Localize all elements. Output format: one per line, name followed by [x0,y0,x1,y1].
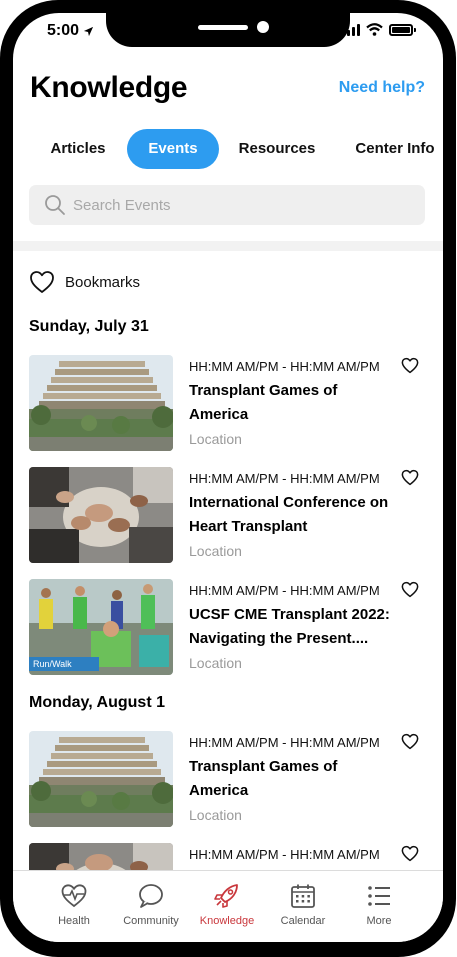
bookmarks-label: Bookmarks [65,273,141,291]
event-time: HH:MM AM/PM - HH:MM AM/PM [189,471,380,486]
bookmarks-button[interactable]: Bookmarks [29,270,140,294]
phone-frame: 5:00 Knowledge Need help? Articles Event… [0,0,456,957]
event-location: Location [189,655,242,671]
bookmark-heart-icon[interactable] [401,733,419,750]
bottom-nav: Health Community Knowledge Calendar More [13,870,443,942]
calendar-icon [291,884,315,908]
event-title: Transplant Games of America [189,382,338,423]
battery-icon [389,23,416,36]
bookmark-heart-icon[interactable] [401,357,419,374]
event-thumbnail: Run/Walk [29,579,173,675]
event-thumbnail-caption: Run/Walk [29,657,99,671]
event-card[interactable]: HH:MM AM/PM - HH:MM AM/PM Transplant Gam… [29,355,429,451]
event-time: HH:MM AM/PM - HH:MM AM/PM [189,735,380,750]
tab-events[interactable]: Events [127,129,219,169]
search-input[interactable] [73,185,413,225]
event-time: HH:MM AM/PM - HH:MM AM/PM [189,847,380,862]
heart-pulse-icon [61,884,87,908]
nav-label: Health [58,915,90,927]
nav-knowledge[interactable]: Knowledge [189,883,265,927]
nav-more[interactable]: More [341,883,417,927]
event-thumbnail [29,355,173,451]
search-bar [29,185,425,225]
section-divider [13,241,443,251]
event-card[interactable]: HH:MM AM/PM - HH:MM AM/PM Transplant Gam… [29,731,429,827]
nav-label: Community [123,915,179,927]
date-header: Monday, August 1 [29,694,165,711]
list-icon [368,886,390,906]
search-icon [45,195,65,215]
event-thumbnail [29,731,173,827]
nav-label: Knowledge [199,915,255,927]
event-title: UCSF CME Transplant 2022: Navigating the… [189,606,390,647]
page-title: Knowledge [30,71,188,104]
tab-resources[interactable]: Resources [227,129,327,169]
need-help-link[interactable]: Need help? [339,79,425,97]
nav-calendar[interactable]: Calendar [265,883,341,927]
event-card[interactable]: HH:MM AM/PM - HH:MM AM/PM International … [29,467,429,563]
event-location: Location [189,807,242,823]
knowledge-tabs: Articles Events Resources Center Info [13,129,443,169]
tab-center-info[interactable]: Center Info [347,129,443,169]
nav-label: Calendar [280,915,326,927]
status-bar-indicators [342,23,416,36]
event-card[interactable]: Run/Walk HH:MM AM/PM - HH:MM AM/PM UCSF … [29,579,429,675]
event-title: International Conference on Heart Transp… [189,494,389,535]
event-time: HH:MM AM/PM - HH:MM AM/PM [189,359,380,374]
nav-health[interactable]: Health [36,883,112,927]
event-location: Location [189,431,242,447]
date-header: Sunday, July 31 [29,318,149,335]
status-bar-time: 5:00 [47,22,94,40]
bookmark-heart-icon[interactable] [401,469,419,486]
rocket-icon [214,884,238,908]
nav-label: More [366,915,392,927]
bookmark-heart-icon[interactable] [401,581,419,598]
status-time-text: 5:00 [47,22,80,39]
location-arrow-icon [83,26,94,36]
event-title: Transplant Games of America [189,758,338,799]
app-screen: 5:00 Knowledge Need help? Articles Event… [13,13,443,942]
event-thumbnail [29,467,173,563]
bookmark-heart-icon[interactable] [401,845,419,862]
heart-outline-icon [30,271,54,293]
wifi-icon [366,23,383,36]
event-location: Location [189,543,242,559]
tab-articles[interactable]: Articles [33,129,123,169]
nav-community[interactable]: Community [113,883,189,927]
chat-bubble-icon [139,884,163,908]
event-time: HH:MM AM/PM - HH:MM AM/PM [189,583,380,598]
caption-text: Run/Walk [33,659,72,669]
device-notch [106,13,350,47]
